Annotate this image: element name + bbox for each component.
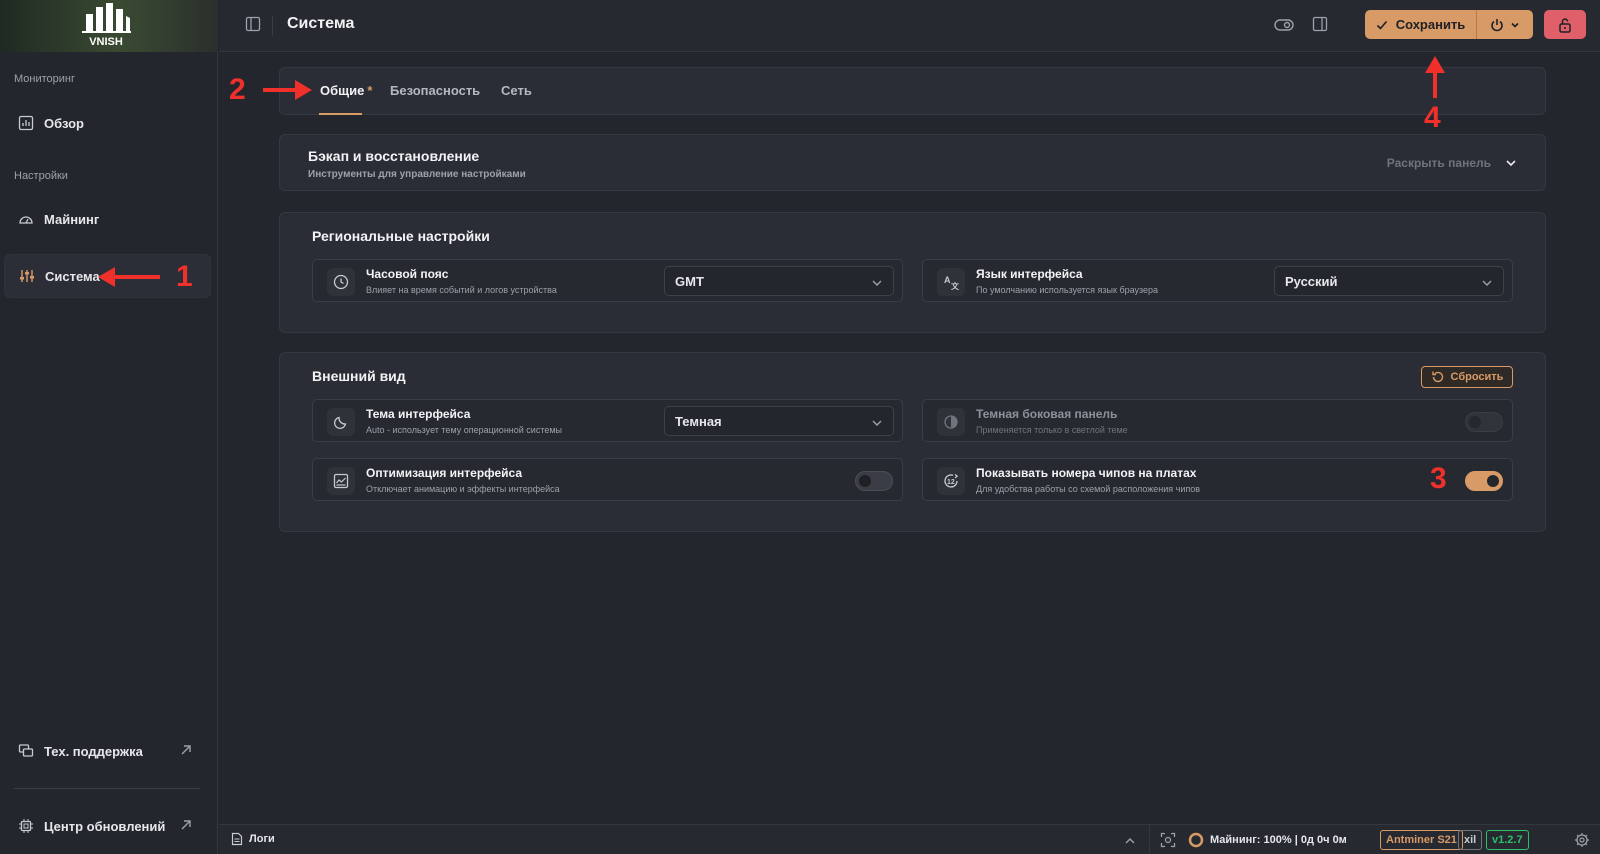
annotation-3: 3 bbox=[1430, 462, 1447, 495]
annotation-2: 2 bbox=[229, 73, 246, 106]
annotation-1: 1 bbox=[176, 260, 193, 293]
annotation-overlay bbox=[98, 56, 1445, 287]
annotation-4: 4 bbox=[1424, 101, 1441, 134]
